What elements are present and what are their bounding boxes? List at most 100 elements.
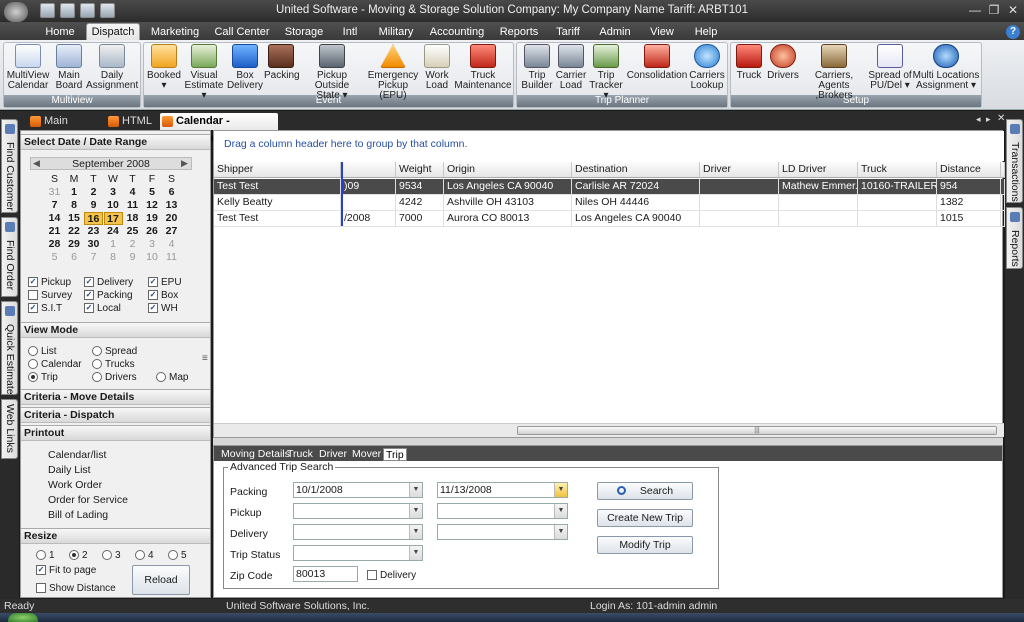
calendar-day[interactable]: 3 <box>143 238 162 251</box>
delivery-checkbox[interactable]: Delivery <box>367 569 416 581</box>
horizontal-scrollbar[interactable]: ||| <box>214 423 1004 437</box>
view-mode-spread[interactable]: Spread <box>92 345 137 357</box>
calendar-day[interactable]: 23 <box>84 225 103 238</box>
tab-truck[interactable]: Truck <box>287 448 313 461</box>
start-button-icon[interactable] <box>8 613 38 622</box>
tab-trip[interactable]: Trip <box>383 448 407 461</box>
consolidation-button[interactable]: Consolidation <box>626 44 688 81</box>
resize-option-1[interactable]: 1 <box>36 549 55 561</box>
panel-splitter-icon[interactable]: ≡ <box>202 353 208 364</box>
calendar-day[interactable]: 17 <box>103 212 123 225</box>
work-load-button[interactable]: Work Load <box>421 44 453 91</box>
calendar-day[interactable]: 28 <box>45 238 64 251</box>
tab-main-screen[interactable]: Main Screen <box>28 113 104 144</box>
tab-reports[interactable]: Reports <box>497 24 541 40</box>
booked-button[interactable]: Booked ▾ <box>145 44 183 91</box>
tab-moving-details[interactable]: Moving Details <box>221 448 290 461</box>
table-row[interactable]: Kelly Beatty 4242 Ashville OH 43103 Niles O… <box>214 195 1005 211</box>
pickup-from-field[interactable]: ▼ <box>293 503 423 519</box>
calendar-day[interactable]: 31 <box>45 186 64 199</box>
close-icon[interactable]: ✕ <box>1004 2 1022 18</box>
column-header[interactable]: Weight <box>396 162 444 178</box>
packing-from-field[interactable]: 10/1/2008 ▼ <box>293 482 423 498</box>
pickup-outside-state-button[interactable]: Pickup Outside State ▾ <box>299 44 365 101</box>
column-header[interactable]: Distance <box>937 162 1001 178</box>
create-new-trip-button[interactable]: Create New Trip <box>597 509 693 527</box>
carrier-load-button[interactable]: Carrier Load <box>555 44 587 91</box>
truck-maintenance-button[interactable]: Truck Maintenance <box>454 44 512 91</box>
next-month-icon[interactable]: ▶ <box>181 158 188 169</box>
calendar-day[interactable]: 10 <box>104 199 123 212</box>
packing-to-field[interactable]: 11/13/2008 ▼ <box>437 482 568 498</box>
side-tab-transactions[interactable]: Transactions <box>1006 119 1023 203</box>
side-tab-find-order[interactable]: Find Order <box>1 217 18 297</box>
filter-sit-checkbox[interactable]: ✓ S.I.T <box>28 302 62 314</box>
calendar-day[interactable]: 18 <box>123 212 142 225</box>
filter-survey-checkbox[interactable]: Survey <box>28 289 72 301</box>
side-tab-web-links[interactable]: Web Links <box>1 399 18 459</box>
tab-call-center[interactable]: Call Center <box>212 24 272 40</box>
spread-pu-del-button[interactable]: Spread of PU/Del ▾ <box>868 44 912 91</box>
dropdown-arrow-icon[interactable]: ▼ <box>554 504 567 518</box>
calendar-day[interactable]: 7 <box>84 251 103 264</box>
column-header[interactable]: LD Driver <box>779 162 858 178</box>
dropdown-arrow-icon[interactable]: ▼ <box>554 483 567 497</box>
resize-option-2[interactable]: 2 <box>69 549 88 561</box>
search-button[interactable]: Search <box>597 482 693 500</box>
view-mode-drivers[interactable]: Drivers <box>92 371 137 383</box>
resize-option-5[interactable]: 5 <box>168 549 187 561</box>
side-tab-quick-estimate[interactable]: Quick Estimate <box>1 301 18 395</box>
calendar-day[interactable]: 14 <box>45 212 64 225</box>
calendar-day[interactable]: 6 <box>162 186 181 199</box>
tab-view[interactable]: View <box>645 24 679 40</box>
printout-calendar-list[interactable]: Calendar/list <box>48 449 106 461</box>
calendar-day[interactable]: 12 <box>143 199 162 212</box>
table-row[interactable]: Test Test)09 9534 Los Angeles CA 90040 Carl… <box>214 179 1005 195</box>
calendar-day[interactable]: 2 <box>84 186 103 199</box>
resize-option-4[interactable]: 4 <box>135 549 154 561</box>
column-header[interactable]: Destination <box>572 162 700 178</box>
resize-option-3[interactable]: 3 <box>102 549 121 561</box>
box-delivery-button[interactable]: Box Delivery <box>226 44 264 91</box>
calendar-day[interactable]: 3 <box>104 186 123 199</box>
calendar-day[interactable]: 24 <box>104 225 123 238</box>
main-board-button[interactable]: Main Board <box>53 44 85 91</box>
tab-help[interactable]: Help <box>689 24 723 40</box>
view-mode-list[interactable]: List <box>28 345 57 357</box>
filter-wh-checkbox[interactable]: ✓ WH <box>148 302 178 314</box>
column-header[interactable] <box>341 162 396 178</box>
dropdown-arrow-icon[interactable]: ▼ <box>554 525 567 539</box>
calendar-day[interactable]: 15 <box>65 212 84 225</box>
criteria-dispatch[interactable]: Criteria - Dispatch <box>21 407 210 423</box>
calendar-day[interactable]: 4 <box>162 238 181 251</box>
tab-tariff[interactable]: Tariff <box>551 24 585 40</box>
pickup-to-field[interactable]: ▼ <box>437 503 568 519</box>
multiview-calendar-button[interactable]: MultiView Calendar <box>5 44 51 91</box>
tab-home[interactable]: Home <box>38 24 82 40</box>
calendar-day[interactable]: 6 <box>65 251 84 264</box>
fit-to-page-checkbox[interactable]: ✓ Fit to page <box>36 564 96 576</box>
tab-military[interactable]: Military <box>374 24 418 40</box>
calendar-day[interactable]: 25 <box>123 225 142 238</box>
multi-locations-button[interactable]: Multi Locations Assignment ▾ <box>912 44 980 91</box>
dropdown-arrow-icon[interactable]: ▼ <box>409 546 422 560</box>
calendar-day[interactable]: 16 <box>84 212 103 225</box>
column-header[interactable]: Driver <box>700 162 779 178</box>
visual-estimate-button[interactable]: Visual Estimate ▾ <box>183 44 225 101</box>
calendar-day[interactable]: 1 <box>65 186 84 199</box>
modify-trip-button[interactable]: Modify Trip <box>597 536 693 554</box>
calendar-day[interactable]: 29 <box>65 238 84 251</box>
calendar-day[interactable]: 5 <box>143 186 162 199</box>
calendar-day[interactable]: 1 <box>104 238 123 251</box>
filter-box-checkbox[interactable]: ✓ Box <box>148 289 178 301</box>
calendar-day[interactable]: 8 <box>65 199 84 212</box>
calendar-day[interactable]: 10 <box>143 251 162 264</box>
scroll-tabs-left-icon[interactable]: ◂ <box>976 114 981 125</box>
truck-button[interactable]: Truck <box>733 44 765 81</box>
scrollbar-thumb[interactable]: ||| <box>517 426 997 435</box>
tab-driver[interactable]: Driver <box>319 448 347 461</box>
tab-accounting[interactable]: Accounting <box>428 24 486 40</box>
view-mode-map[interactable]: Map <box>156 371 188 383</box>
view-mode-trucks[interactable]: Trucks <box>92 358 135 370</box>
emergency-pickup-button[interactable]: Emergency Pickup (EPU) <box>366 44 420 101</box>
